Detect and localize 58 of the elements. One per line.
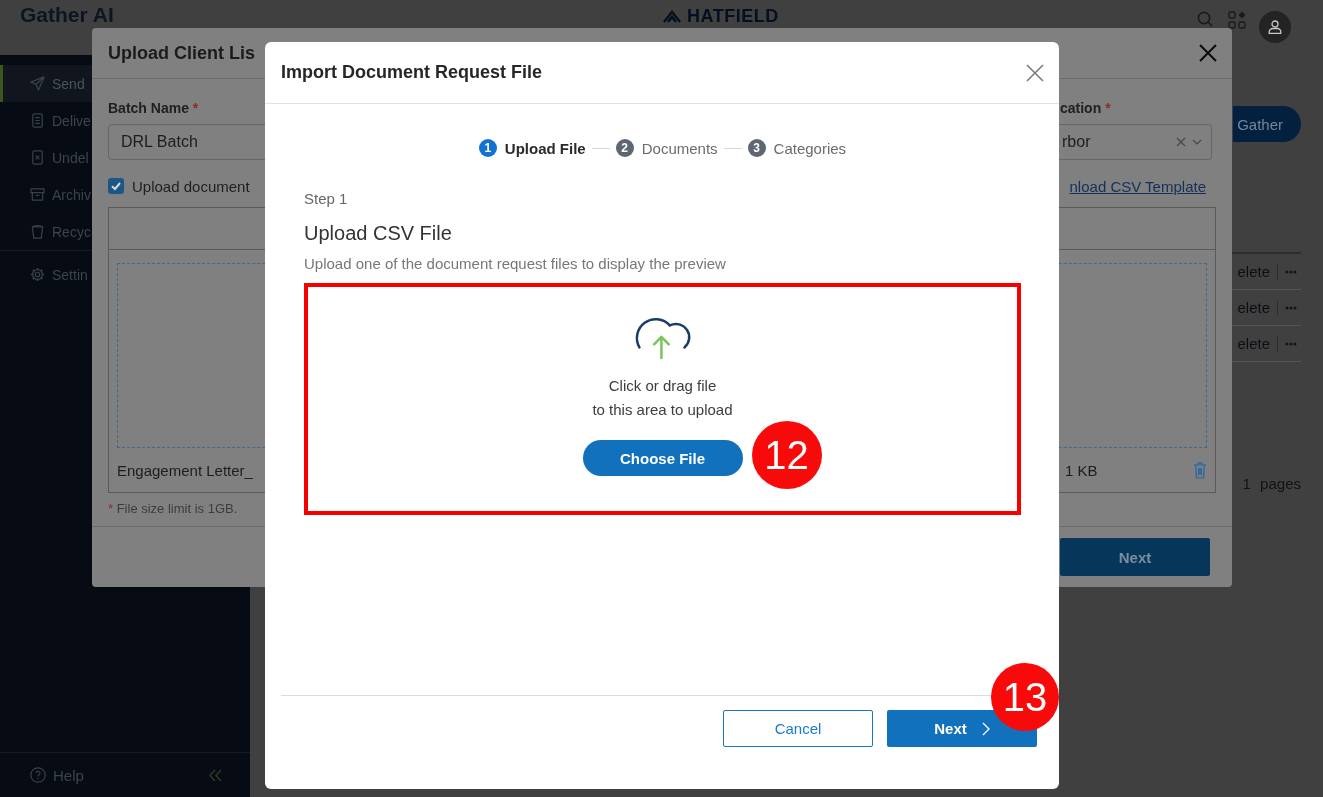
chevron-right-icon [981,721,990,736]
avatar-button[interactable] [1259,11,1291,43]
step-label: Categories [773,139,847,157]
step-label: Upload File [504,139,586,157]
choose-file-button[interactable]: Choose File [582,440,743,476]
apps-icon[interactable] [1228,11,1246,29]
sidebar-item[interactable]: Send [0,65,92,102]
clear-icon[interactable] [1176,137,1186,147]
sidebar-item[interactable]: Undel [0,139,92,176]
close-icon[interactable] [1199,44,1217,62]
sidebar-item[interactable]: Settin [0,256,92,293]
brand-logo: HATFIELD [687,6,779,26]
cloud-upload-icon [633,316,692,360]
gather-button[interactable]: Gather [1233,106,1301,142]
field-label: Batch Name * [108,99,199,117]
trash-icon[interactable] [1193,461,1207,479]
checkbox[interactable] [108,178,124,194]
bin-icon [30,224,45,239]
step-number: 1 [478,139,497,157]
double-chevron-left-icon[interactable] [209,768,222,782]
description-text: Upload one of the document request files to display the preview [304,254,726,274]
section-heading: Upload CSV File [304,221,452,246]
step-label: Documents [641,139,718,157]
document-x-icon [30,150,45,165]
field-label: cation * [1059,99,1111,117]
step-caption: Step 1 [304,189,348,209]
chevron-down-icon [1192,139,1202,145]
more-icon[interactable] [1285,341,1297,346]
file-name: Engagement Letter_ [117,461,253,479]
callout-badge: 12 [751,421,822,489]
cancel-button[interactable]: Cancel [723,710,873,747]
gear-icon [30,267,45,282]
help-icon [30,767,46,783]
dialog-title: Import Document Request File [281,62,543,83]
dialog-title: Upload Client Lis [108,42,255,64]
chevrons-logo-icon [663,9,681,23]
close-icon[interactable] [1026,63,1044,82]
upload-hint: Click or drag file to this area to upload [592,376,733,420]
file-size: 1 KB [1065,461,1098,479]
sidebar-item[interactable]: Delive [0,102,92,139]
more-icon[interactable] [1285,269,1297,274]
step-number: 2 [615,139,634,157]
next-button[interactable]: Next [1060,538,1210,576]
size-limit-note: * File size limit is 1GB. [108,501,238,517]
search-icon[interactable] [1197,11,1213,27]
more-icon[interactable] [1285,305,1297,310]
step-number: 3 [747,139,766,157]
help-link[interactable]: Help [30,766,84,784]
document-icon [30,113,45,128]
callout-badge: 13 [991,663,1059,731]
template-link[interactable]: nload CSV Template [1069,177,1206,195]
select-field[interactable]: rbor [1059,124,1212,160]
sidebar-item[interactable]: Recyc [0,213,92,250]
checkbox-label: Upload document [132,177,250,195]
user-icon [1268,20,1282,34]
archive-box-icon [30,187,45,202]
paper-plane-icon [30,76,45,91]
sidebar-item[interactable]: Archiv [0,176,92,213]
